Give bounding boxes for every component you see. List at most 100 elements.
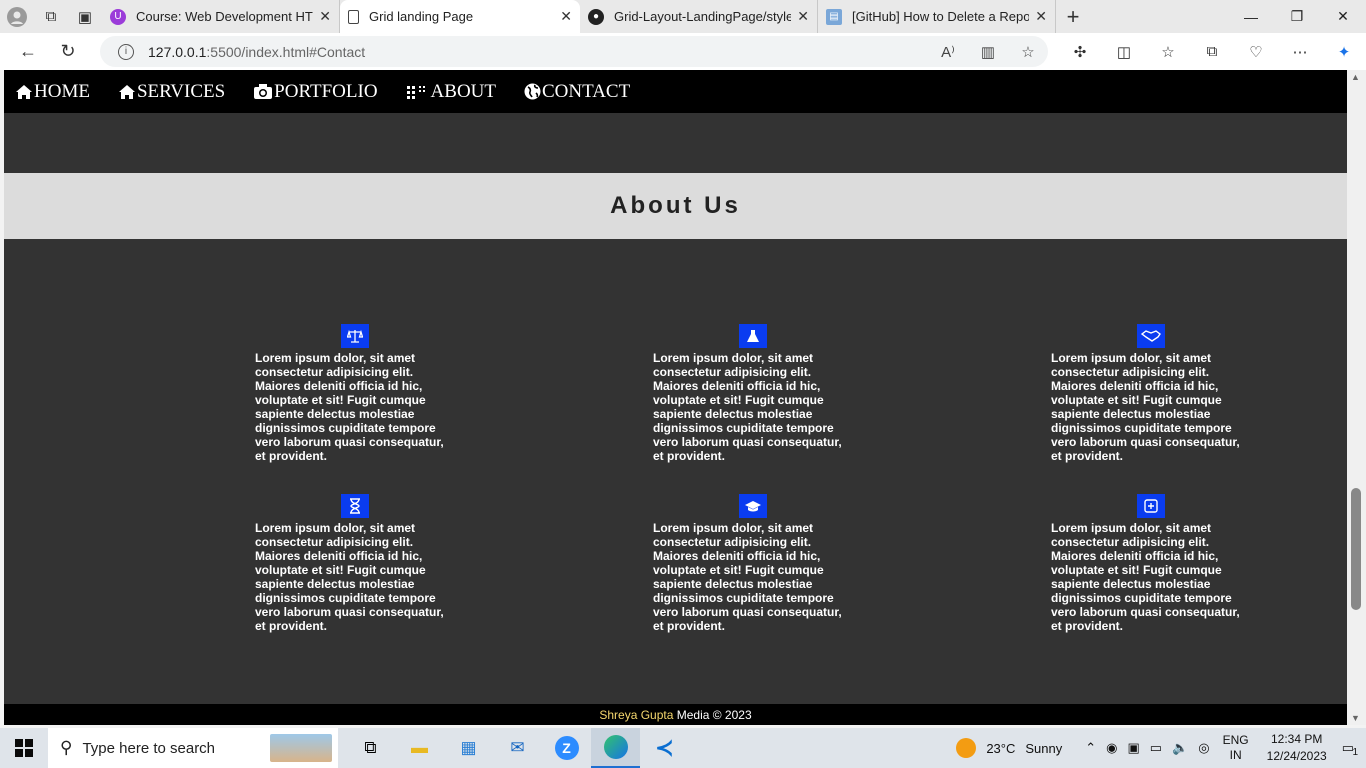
home-icon: [118, 84, 135, 99]
favorites-icon[interactable]: ☆: [1146, 43, 1190, 61]
footer-author: Shreya Gupta: [599, 708, 674, 722]
security-icon[interactable]: ▣: [1128, 740, 1140, 756]
page-scrollbar[interactable]: ▲ ▼: [1347, 70, 1366, 725]
windows-taskbar: ⚲ Type here to search ⧉ ▬ ▦ ✉ Z ≺ 23°C S…: [0, 728, 1366, 768]
file-explorer-icon[interactable]: ▬: [395, 728, 444, 768]
mail-icon[interactable]: ✉: [493, 728, 542, 768]
sun-icon: [956, 738, 977, 758]
hourglass-icon: [341, 494, 369, 518]
more-menu-icon[interactable]: ⋯: [1278, 43, 1322, 61]
notification-count: 1: [1352, 747, 1358, 758]
udemy-favicon-icon: U: [110, 8, 126, 25]
microsoft-store-icon[interactable]: ▦: [444, 728, 493, 768]
url-path: :5500/index.html#Contact: [206, 43, 366, 60]
network-icon[interactable]: ◎: [1198, 740, 1209, 756]
favorite-star-icon[interactable]: ☆: [1008, 43, 1048, 61]
page-favicon-icon: [348, 9, 359, 24]
system-tray: 23°C Sunny ⌃ ◉ ▣ ▭ 🔈 ◎ ENG IN 12:34 PM 1…: [956, 728, 1366, 768]
volume-icon[interactable]: 🔈: [1172, 740, 1188, 756]
tab-title: Grid landing Page: [369, 9, 474, 24]
scroll-up-icon[interactable]: ▲: [1351, 72, 1360, 82]
refresh-icon[interactable]: ↻: [48, 33, 88, 70]
nav-label: CONTACT: [542, 80, 631, 102]
github-favicon-icon: ●: [588, 8, 604, 25]
nav-label: PORTFOLIO: [274, 80, 378, 102]
tab-grid-landing[interactable]: Grid landing Page ✕: [340, 0, 580, 33]
scroll-down-icon[interactable]: ▼: [1351, 713, 1360, 723]
handshake-icon: [1137, 324, 1165, 348]
nav-label: ABOUT: [430, 80, 496, 102]
battery-icon[interactable]: ▭: [1150, 740, 1162, 756]
notifications-icon[interactable]: ▭ 1: [1342, 740, 1358, 758]
clock-date: 12/24/2023: [1266, 749, 1327, 763]
close-tab-icon[interactable]: ✕: [560, 8, 572, 25]
about-section-header: About Us: [4, 173, 1347, 239]
footer-copyright: Media © 2023: [673, 708, 752, 722]
tab-github-delete[interactable]: ▤ [GitHub] How to Delete a Reposit ✕: [818, 0, 1056, 33]
site-info-icon[interactable]: i: [118, 43, 134, 60]
copilot-icon[interactable]: ✦: [1322, 43, 1366, 61]
workspaces-icon[interactable]: ⧉: [34, 0, 68, 33]
card-text: Lorem ipsum dolor, sit amet consectetur …: [653, 521, 842, 633]
graduation-cap-icon: [739, 494, 767, 518]
search-highlight-icon: [270, 734, 332, 762]
feature-card: Lorem ipsum dolor, sit amet consectetur …: [255, 494, 455, 633]
collections-icon[interactable]: ⧉: [1190, 43, 1234, 60]
clock[interactable]: 12:34 PM 12/24/2023: [1267, 731, 1327, 765]
lang-primary: ENG: [1222, 733, 1249, 747]
search-icon: ⚲: [60, 738, 73, 757]
page-viewport: HOME SERVICES PORTFOLIO ABOUT CONTACT Ab…: [4, 70, 1347, 725]
scrollbar-thumb[interactable]: [1351, 488, 1361, 610]
nav-portfolio[interactable]: PORTFOLIO: [253, 80, 378, 103]
task-view-icon[interactable]: ⧉: [346, 728, 395, 768]
lang-secondary: IN: [1229, 748, 1242, 762]
restore-icon[interactable]: ❐: [1274, 0, 1320, 33]
weather-widget[interactable]: 23°C Sunny: [956, 738, 1062, 758]
plus-square-icon: [1137, 494, 1165, 518]
split-screen-icon[interactable]: ◫: [1102, 43, 1146, 61]
extensions-icon[interactable]: ✣: [1058, 43, 1102, 61]
feature-card: Lorem ipsum dolor, sit amet consectetur …: [255, 324, 455, 463]
browser-essentials-icon[interactable]: ♡: [1234, 43, 1278, 61]
site-footer: Shreya Gupta Media © 2023: [4, 704, 1347, 725]
new-tab-icon[interactable]: +: [1056, 0, 1090, 33]
card-text: Lorem ipsum dolor, sit amet consectetur …: [653, 351, 842, 463]
about-title: About Us: [610, 192, 741, 219]
grid-icon: [406, 85, 425, 99]
taskbar-apps: ⧉ ▬ ▦ ✉ Z ≺: [346, 728, 689, 768]
doc-favicon-icon: ▤: [826, 8, 842, 25]
tab-course[interactable]: U Course: Web Development HTML ✕: [102, 0, 340, 33]
language-indicator[interactable]: ENG IN: [1223, 733, 1249, 763]
immersive-reader-icon[interactable]: ▥: [968, 43, 1008, 61]
feature-card: Lorem ipsum dolor, sit amet consectetur …: [653, 324, 853, 463]
globe-icon: [524, 83, 541, 100]
home-icon: [16, 84, 32, 99]
zoom-icon[interactable]: Z: [542, 728, 591, 768]
nav-home[interactable]: HOME: [15, 81, 90, 103]
chevron-up-icon[interactable]: ⌃: [1085, 740, 1096, 756]
taskbar-search-input[interactable]: ⚲ Type here to search: [48, 728, 338, 768]
card-text: Lorem ipsum dolor, sit amet consectetur …: [1051, 351, 1240, 463]
read-aloud-icon[interactable]: A⁾: [928, 43, 968, 61]
edge-browser-icon[interactable]: [591, 728, 640, 768]
vscode-icon[interactable]: ≺: [640, 728, 689, 768]
card-text: Lorem ipsum dolor, sit amet consectetur …: [255, 521, 444, 633]
back-icon[interactable]: ←: [8, 33, 48, 70]
nav-about[interactable]: ABOUT: [406, 81, 496, 103]
close-tab-icon[interactable]: ✕: [1035, 8, 1047, 25]
close-window-icon[interactable]: ✕: [1320, 0, 1366, 33]
windows-start-icon[interactable]: [0, 728, 48, 768]
profile-icon[interactable]: [0, 0, 34, 33]
minimize-icon[interactable]: —: [1228, 0, 1274, 33]
feature-card: Lorem ipsum dolor, sit amet consectetur …: [1051, 324, 1251, 463]
nav-contact[interactable]: CONTACT: [524, 81, 630, 103]
feature-card: Lorem ipsum dolor, sit amet consectetur …: [1051, 494, 1251, 633]
tab-github-style[interactable]: ● Grid-Layout-LandingPage/style.c ✕: [580, 0, 818, 33]
tab-actions-icon[interactable]: ▣: [68, 0, 102, 33]
close-tab-icon[interactable]: ✕: [319, 8, 331, 25]
close-tab-icon[interactable]: ✕: [797, 8, 809, 25]
record-icon[interactable]: ◉: [1106, 740, 1117, 756]
url-input[interactable]: i 127.0.0.1:5500/index.html#Contact A⁾ ▥…: [100, 36, 1048, 67]
nav-services[interactable]: SERVICES: [118, 81, 225, 103]
tab-title: Grid-Layout-LandingPage/style.c: [614, 9, 792, 24]
